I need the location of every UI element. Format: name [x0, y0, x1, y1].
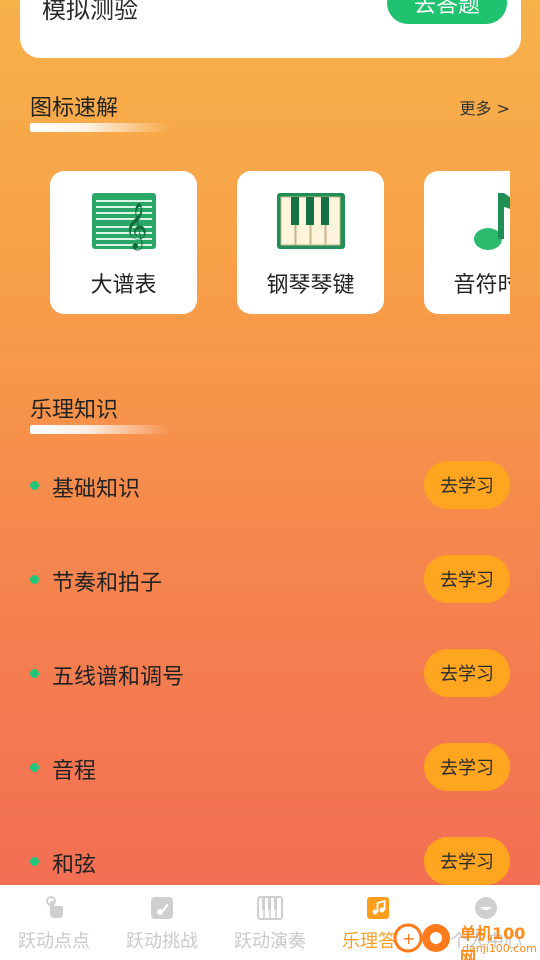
list-item: 和弦 去学习: [30, 837, 510, 885]
list-item: 音程 去学习: [30, 743, 510, 791]
bullet-dot: [30, 669, 39, 678]
piano-keys-icon: [276, 193, 345, 249]
tap-hand-icon: [46, 896, 63, 918]
tab-challenge[interactable]: 跃动挑战: [108, 885, 216, 960]
mock-test-card: 模拟测验 去答题: [20, 0, 521, 58]
icon-card-label: 音符时值: [453, 273, 510, 298]
grand-staff-icon: 𝄞: [91, 193, 156, 251]
watermark-logo-icon: +: [393, 923, 450, 953]
study-button[interactable]: 去学习: [424, 649, 510, 697]
go-answer-button[interactable]: 去答题: [387, 0, 507, 24]
item-name: 和弦: [52, 853, 97, 878]
tab-label: 跃动挑战: [126, 931, 198, 952]
item-name: 节奏和拍子: [52, 571, 163, 596]
item-name: 基础知识: [52, 477, 141, 502]
bullet-dot: [30, 575, 39, 584]
list-item: 基础知识 去学习: [30, 461, 510, 509]
svg-text:+: +: [402, 929, 415, 948]
site-watermark: + 单机100网 danji100.com: [392, 916, 540, 960]
icon-card-label: 钢琴琴键: [266, 273, 355, 298]
icon-card-grand-staff[interactable]: 𝄞 大谱表: [50, 171, 197, 314]
title-underline: [30, 425, 170, 434]
icon-card-row: 𝄞 大谱表 钢琴琴键 音符时值: [50, 171, 510, 314]
icons-section-title: 图标速解: [30, 90, 170, 132]
piano-icon: [257, 896, 283, 920]
theory-section-title-text: 乐理知识: [30, 398, 119, 423]
mock-test-title: 模拟测验: [42, 0, 138, 24]
icons-section-title-text: 图标速解: [30, 96, 119, 121]
theory-section-title: 乐理知识: [30, 392, 170, 434]
study-button[interactable]: 去学习: [424, 743, 510, 791]
tab-label: 跃动点点: [18, 931, 90, 952]
study-button[interactable]: 去学习: [424, 555, 510, 603]
music-note-icon: [473, 193, 510, 250]
list-item: 五线谱和调号 去学习: [30, 649, 510, 697]
icon-card-piano-keys[interactable]: 钢琴琴键: [237, 171, 384, 314]
icon-card-music-note[interactable]: 音符时值: [424, 171, 510, 314]
bullet-dot: [30, 763, 39, 772]
tab-tap-dots[interactable]: 跃动点点: [0, 885, 108, 960]
bullet-dot: [30, 857, 39, 866]
tab-perform[interactable]: 跃动演奏: [216, 885, 324, 960]
svg-text:𝄞: 𝄞: [124, 203, 148, 251]
icon-card-label: 大谱表: [90, 273, 157, 298]
music-book-icon: [367, 897, 389, 919]
study-button[interactable]: 去学习: [424, 461, 510, 509]
bullet-dot: [30, 481, 39, 490]
watermark-url: danji100.com: [462, 942, 537, 955]
title-underline: [30, 123, 170, 132]
item-name: 五线谱和调号: [52, 665, 185, 690]
item-name: 音程: [52, 759, 97, 784]
tab-label: 跃动演奏: [234, 931, 306, 952]
list-item: 节奏和拍子 去学习: [30, 555, 510, 603]
study-button[interactable]: 去学习: [424, 837, 510, 885]
more-link[interactable]: 更多 >: [460, 95, 511, 119]
challenge-note-icon: [151, 897, 173, 919]
